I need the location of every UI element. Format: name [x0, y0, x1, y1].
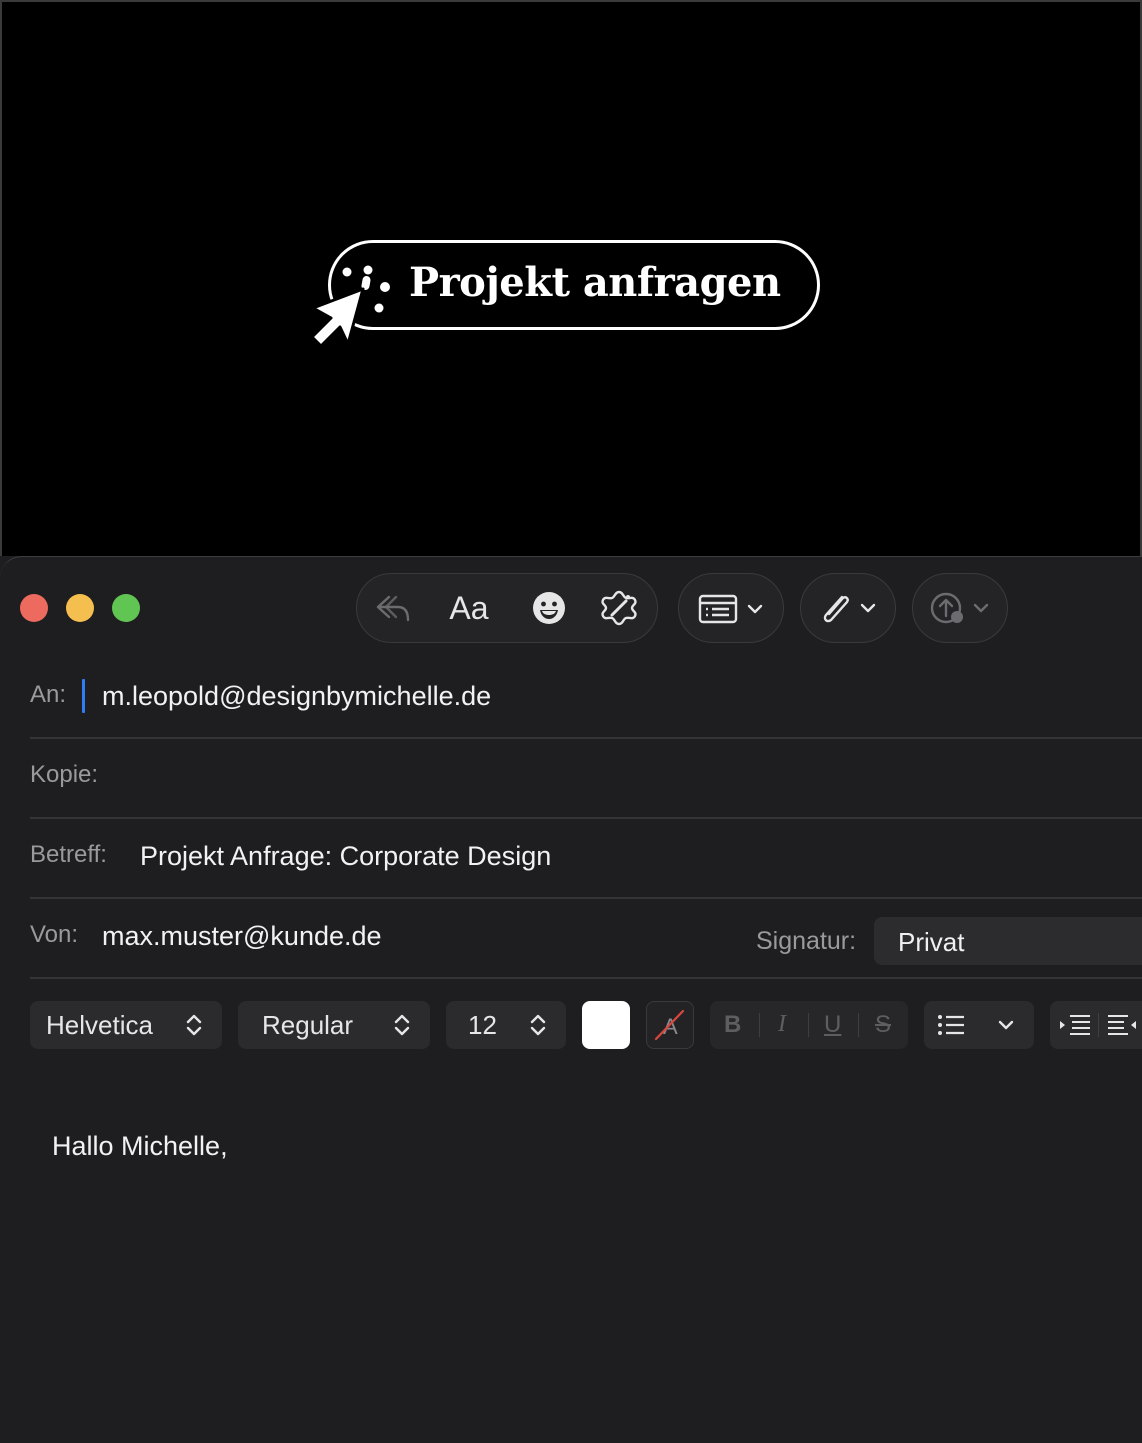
indent-group — [1050, 1001, 1142, 1049]
underline-button[interactable]: U — [824, 1011, 841, 1039]
stepper-icon — [186, 1014, 202, 1036]
italic-button[interactable]: I — [778, 1011, 786, 1038]
font-style-value: Regular — [262, 1010, 354, 1040]
header-fields-menu[interactable] — [678, 573, 784, 643]
attach-button[interactable] — [815, 574, 883, 642]
project-request-button[interactable]: Projekt anfragen — [328, 240, 820, 330]
cc-label: Kopie: — [30, 761, 99, 788]
text-style-group: B I U S — [710, 1001, 908, 1049]
cursor-click-icon — [310, 265, 390, 348]
stepper-icon — [394, 1014, 410, 1036]
project-request-label: Projekt anfragen — [409, 259, 781, 306]
compose-toolbar-group: Aa — [356, 573, 658, 643]
send-later-menu[interactable] — [912, 573, 1008, 643]
from-field[interactable]: max.muster@kunde.de — [102, 921, 382, 952]
font-size-value: 12 — [468, 1010, 497, 1040]
bold-button[interactable]: B — [724, 1011, 741, 1039]
from-row: Von: max.muster@kunde.de Signatur: Priva… — [30, 899, 1142, 979]
close-icon[interactable] — [20, 594, 48, 622]
header-fields-icon — [698, 594, 763, 624]
from-label: Von: — [30, 921, 79, 948]
decrease-indent-icon[interactable] — [1058, 1010, 1094, 1040]
maximize-icon[interactable] — [112, 594, 140, 622]
send-later-icon — [930, 592, 989, 624]
subject-label: Betreff: — [30, 841, 107, 868]
header-fields-button[interactable] — [695, 574, 771, 642]
font-style-select[interactable]: Regular — [238, 1001, 430, 1049]
clear-color-icon: A — [654, 1009, 685, 1041]
font-size-select[interactable]: 12 — [446, 1001, 566, 1049]
separator — [1098, 1013, 1099, 1037]
to-field[interactable]: m.leopold@designbymichelle.de — [102, 681, 491, 712]
writing-tools-icon — [601, 590, 637, 626]
message-body[interactable]: Hallo Michelle, — [52, 1131, 228, 1162]
to-row: An: m.leopold@designbymichelle.de — [30, 659, 1142, 739]
to-label: An: — [30, 681, 67, 708]
subject-row: Betreff: Projekt Anfrage: Corporate Desi… — [30, 819, 1142, 899]
stepper-icon — [530, 1014, 546, 1036]
text-color-swatch[interactable] — [582, 1001, 630, 1049]
cc-row: Kopie: — [30, 739, 1142, 819]
emoji-icon — [533, 592, 565, 624]
separator — [808, 1013, 809, 1037]
signature-value: Privat — [898, 927, 965, 957]
paperclip-icon — [823, 595, 876, 623]
minimize-icon[interactable] — [66, 594, 94, 622]
format-button[interactable]: Aa — [439, 574, 499, 642]
attachment-menu[interactable] — [800, 573, 896, 643]
separator — [858, 1013, 859, 1037]
reply-icon — [376, 595, 410, 622]
signature-label: Signatur: — [756, 927, 857, 955]
cc-field[interactable] — [120, 761, 1020, 795]
subject-field[interactable]: Projekt Anfrage: Corporate Design — [140, 841, 551, 872]
emoji-button[interactable] — [521, 574, 577, 642]
format-label: Aa — [449, 589, 489, 626]
separator — [759, 1013, 760, 1037]
mail-compose-window: Aa An: m.leopold@designbymichelle.de Kop… — [0, 556, 1142, 1443]
text-caret — [82, 679, 85, 713]
list-icon — [938, 1015, 964, 1035]
reply-button[interactable] — [367, 574, 419, 642]
strikethrough-button[interactable]: S — [875, 1011, 891, 1039]
send-later-button[interactable] — [927, 574, 995, 642]
font-family-value: Helvetica — [46, 1010, 153, 1040]
font-family-select[interactable]: Helvetica — [30, 1001, 222, 1049]
hero-banner: Projekt anfragen — [0, 0, 1142, 556]
chevron-down-icon — [998, 1020, 1014, 1030]
clear-color-button[interactable]: A — [646, 1001, 694, 1049]
list-style-select[interactable] — [924, 1001, 1034, 1049]
increase-indent-icon[interactable] — [1106, 1010, 1142, 1040]
signature-select[interactable]: Privat — [874, 917, 1142, 965]
writing-tools-button[interactable] — [591, 574, 647, 642]
